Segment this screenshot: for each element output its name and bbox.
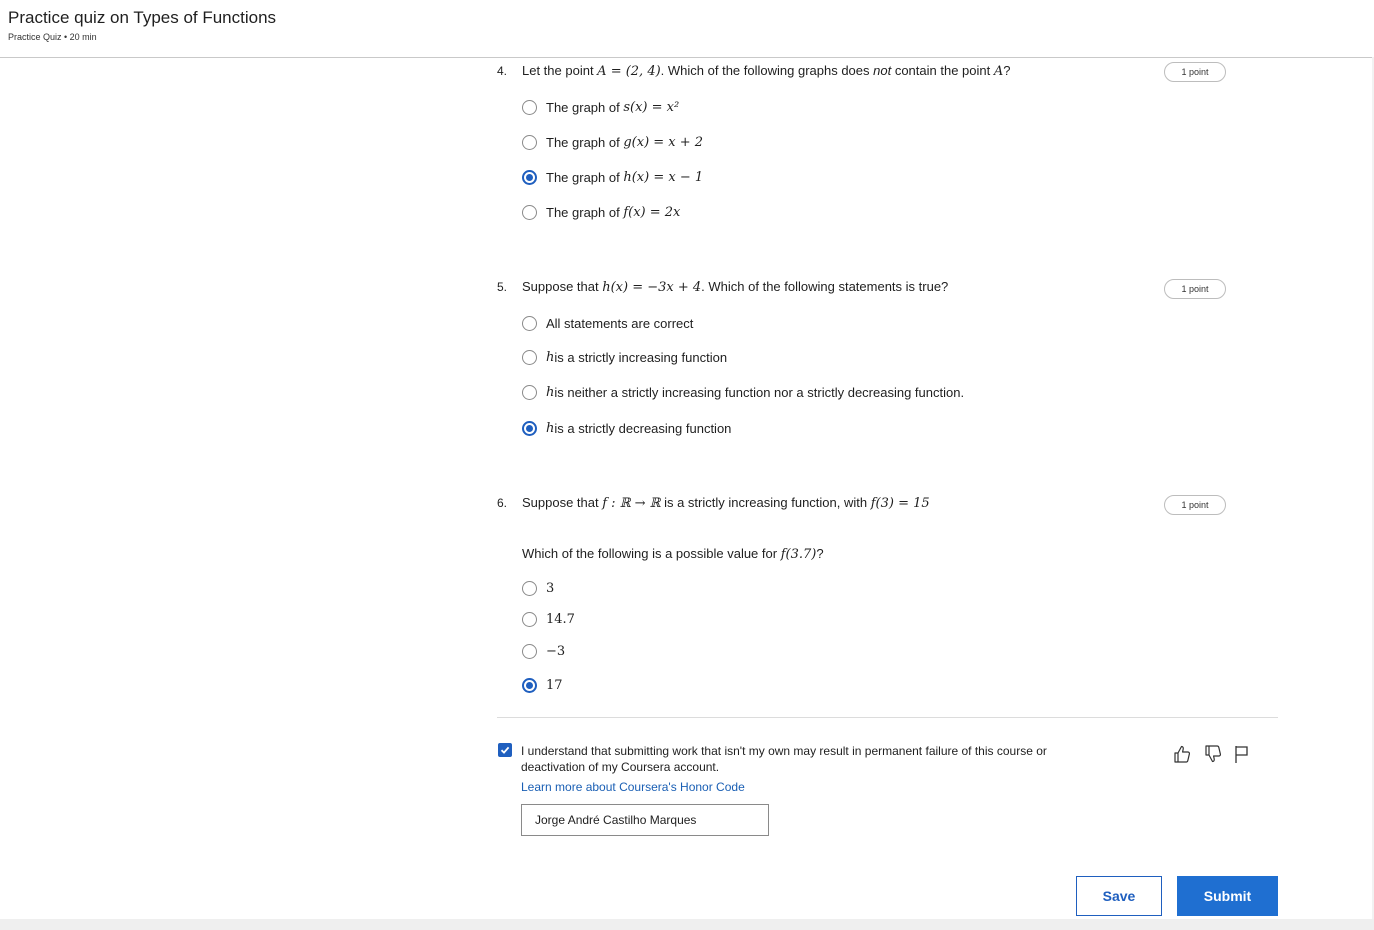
thumbs-down-icon[interactable] — [1203, 744, 1223, 764]
answer-option[interactable]: h is neither a strictly increasing funct… — [522, 383, 964, 401]
option-math: h — [546, 349, 555, 365]
points-badge: 1 point — [1164, 62, 1226, 82]
answer-option[interactable]: The graph of g(x) = x + 2 — [522, 133, 703, 151]
question-subprompt: Which of the following is a possible val… — [522, 546, 824, 562]
footer-bar — [0, 919, 1374, 930]
option-math: g(x) = x + 2 — [623, 134, 704, 150]
option-label: The graph of — [546, 134, 620, 150]
option-label: is a strictly decreasing function — [554, 420, 732, 436]
radio-button[interactable] — [522, 349, 537, 365]
honor-code-statement: I understand that submitting work that i… — [521, 744, 1047, 774]
honor-code-link[interactable]: Learn more about Coursera's Honor Code — [521, 780, 745, 794]
radio-button-selected[interactable] — [522, 677, 537, 693]
prompt-text: ? — [1003, 63, 1011, 78]
radio-button[interactable] — [522, 643, 537, 659]
prompt-text: is a strictly increasing function, with — [660, 495, 871, 510]
radio-button-selected[interactable] — [522, 169, 537, 185]
option-label: The graph of — [546, 169, 620, 185]
radio-button[interactable] — [522, 384, 537, 400]
option-label: All statements are correct — [546, 315, 694, 331]
prompt-text: ? — [816, 546, 824, 561]
page-title: Practice quiz on Types of Functions — [8, 8, 277, 27]
radio-button[interactable] — [522, 204, 537, 220]
question-prompt: Suppose that h(x) = −3x + 4. Which of th… — [522, 279, 948, 295]
legal-name-input[interactable] — [521, 804, 769, 836]
prompt-math: f(3) = 15 — [870, 496, 930, 511]
question-number: 6. — [497, 496, 508, 510]
prompt-text: Suppose that — [522, 279, 603, 294]
option-math: s(x) = x² — [623, 99, 680, 115]
option-math: h(x) = x − 1 — [623, 169, 704, 185]
prompt-text: Let the point — [522, 63, 598, 78]
answer-option[interactable]: −3 — [522, 642, 565, 660]
section-divider — [497, 717, 1278, 718]
radio-button[interactable] — [522, 99, 537, 115]
option-math: 3 — [546, 580, 555, 596]
answer-option[interactable]: 17 — [522, 676, 563, 694]
save-button[interactable]: Save — [1076, 876, 1162, 916]
question-prompt: Suppose that f : ℝ → ℝ is a strictly inc… — [522, 495, 930, 511]
option-label: The graph of — [546, 204, 620, 220]
prompt-text: . Which of the following graphs does — [660, 63, 874, 78]
thumbs-up-icon[interactable] — [1172, 744, 1192, 764]
option-math: h — [546, 420, 555, 436]
flag-icon[interactable] — [1232, 744, 1252, 764]
option-math: −3 — [546, 643, 566, 659]
prompt-math: f : ℝ → ℝ — [602, 496, 661, 511]
radio-button[interactable] — [522, 611, 537, 627]
answer-option[interactable]: The graph of f(x) = 2x — [522, 203, 680, 221]
answer-option[interactable]: h is a strictly increasing function — [522, 348, 727, 366]
prompt-text: . Which of the following statements is t… — [701, 279, 949, 294]
question-number: 5. — [497, 280, 508, 294]
prompt-math: A — [993, 64, 1004, 79]
option-math: f(x) = 2x — [623, 204, 681, 220]
answer-option[interactable]: The graph of h(x) = x − 1 — [522, 168, 703, 186]
answer-option[interactable]: 14.7 — [522, 610, 575, 628]
option-math: 17 — [546, 677, 563, 693]
points-badge: 1 point — [1164, 495, 1226, 515]
radio-button[interactable] — [522, 315, 537, 331]
answer-option[interactable]: The graph of s(x) = x² — [522, 98, 679, 116]
option-math: h — [546, 384, 555, 400]
option-label: is a strictly increasing function — [554, 349, 728, 365]
radio-button-selected[interactable] — [522, 420, 537, 436]
submit-button[interactable]: Submit — [1177, 876, 1278, 916]
answer-option[interactable]: 3 — [522, 579, 554, 597]
prompt-text: Which of the following is a possible val… — [522, 546, 781, 561]
option-label: The graph of — [546, 99, 620, 115]
radio-button[interactable] — [522, 134, 537, 150]
answer-option[interactable]: All statements are correct — [522, 314, 693, 332]
answer-option[interactable]: h is a strictly decreasing function — [522, 419, 731, 437]
prompt-text: Suppose that — [522, 495, 603, 510]
radio-button[interactable] — [522, 580, 537, 596]
prompt-text: contain the point — [891, 63, 994, 78]
points-badge: 1 point — [1164, 279, 1226, 299]
checkmark-icon — [499, 744, 511, 756]
option-math: 14.7 — [546, 611, 575, 627]
option-label: is neither a strictly increasing functio… — [554, 384, 965, 400]
prompt-emphasis: not — [873, 63, 892, 78]
prompt-math: h(x) = −3x + 4 — [602, 280, 702, 295]
question-prompt: Let the point A = (2, 4). Which of the f… — [522, 63, 1010, 79]
question-number: 4. — [497, 64, 508, 78]
prompt-math: A = (2, 4) — [597, 64, 661, 79]
prompt-math: f(3.7) — [780, 547, 817, 562]
honor-code-checkbox[interactable] — [498, 743, 512, 757]
quiz-header: Practice quiz on Types of Functions Prac… — [0, 0, 1374, 58]
quiz-meta: Practice Quiz • 20 min — [8, 32, 97, 42]
